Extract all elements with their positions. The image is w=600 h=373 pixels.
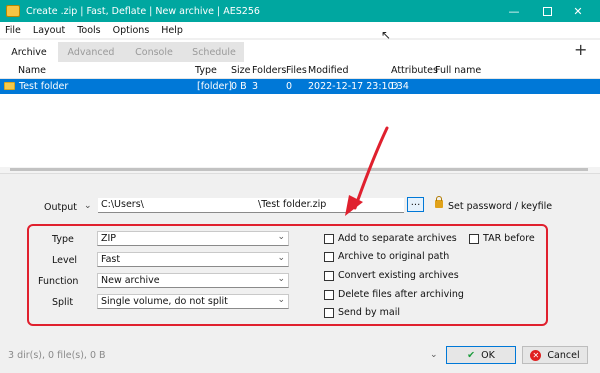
chevron-down-icon: ⌄ xyxy=(277,232,285,242)
tab-advanced[interactable]: Advanced xyxy=(58,42,124,62)
col-files[interactable]: Files xyxy=(286,65,307,76)
row-files: 0 xyxy=(286,81,293,92)
row-type: [folder] xyxy=(197,81,232,92)
function-label: Function xyxy=(38,276,79,287)
close-button[interactable]: ✕ xyxy=(556,0,600,22)
row-size: 0 B xyxy=(231,81,247,92)
type-value: ZIP xyxy=(101,233,117,244)
convert-existing-archives-checkbox[interactable]: Convert existing archives xyxy=(324,270,459,281)
status-text: 3 dir(s), 0 file(s), 0 B xyxy=(8,350,106,361)
tar-before-checkbox[interactable]: TAR before xyxy=(469,233,535,244)
output-path-left: C:\Users\ xyxy=(101,199,144,210)
archive-app-icon xyxy=(6,5,20,17)
level-select[interactable]: Fast ⌄ xyxy=(97,252,289,267)
folder-icon xyxy=(4,82,15,90)
function-value: New archive xyxy=(101,275,160,286)
checkbox-label: Archive to original path xyxy=(338,251,450,262)
menu-tools[interactable]: Tools xyxy=(77,25,100,36)
file-list[interactable]: Name Type Size Folders Files Modified At… xyxy=(0,62,600,174)
row-attributes: D xyxy=(391,81,399,92)
output-path-field[interactable]: C:\Users\ \Test folder.zip xyxy=(98,198,404,213)
checkbox-label: Convert existing archives xyxy=(338,270,459,281)
maximize-icon xyxy=(542,6,552,16)
checkbox-label: Add to separate archives xyxy=(338,233,457,244)
checkbox-box[interactable] xyxy=(324,307,334,318)
archive-settings-panel: Output ⌄ C:\Users\ \Test folder.zip ... … xyxy=(0,180,600,373)
tab-strip: Archive Advanced Console Schedule xyxy=(0,40,600,62)
cancel-label: Cancel xyxy=(547,349,580,361)
split-label: Split xyxy=(52,297,74,308)
delete-files-after-archiving-checkbox[interactable]: Delete files after archiving xyxy=(324,289,464,300)
menu-help[interactable]: Help xyxy=(161,25,183,36)
checkbox-box[interactable] xyxy=(324,289,334,300)
check-icon: ✔ xyxy=(467,349,476,361)
col-modified[interactable]: Modified xyxy=(308,65,349,76)
split-value: Single volume, do not split xyxy=(101,296,228,307)
add-to-separate-archives-checkbox[interactable]: Add to separate archives xyxy=(324,233,457,244)
checkbox-box[interactable] xyxy=(469,233,479,244)
output-dropdown-icon[interactable]: ⌄ xyxy=(84,201,92,211)
checkbox-label: TAR before xyxy=(483,233,535,244)
output-label: Output xyxy=(44,202,77,213)
type-select[interactable]: ZIP ⌄ xyxy=(97,231,289,246)
window-title: Create .zip | Fast, Deflate | New archiv… xyxy=(26,5,260,17)
cancel-button[interactable]: ✕ Cancel xyxy=(522,346,588,364)
checkbox-box[interactable] xyxy=(324,233,334,244)
set-password-link[interactable]: Set password / keyfile xyxy=(448,201,552,212)
table-row[interactable]: Test folder [folder] 0 B 3 0 2022-12-17 … xyxy=(0,79,600,94)
horizontal-scrollbar[interactable] xyxy=(0,167,600,173)
lock-icon xyxy=(435,196,443,208)
cancel-icon: ✕ xyxy=(530,349,542,361)
output-path-right: \Test folder.zip xyxy=(258,199,327,210)
menu-file[interactable]: File xyxy=(5,25,21,36)
menu-layout[interactable]: Layout xyxy=(33,25,65,36)
col-folders[interactable]: Folders xyxy=(252,65,286,76)
tab-schedule[interactable]: Schedule xyxy=(184,42,244,62)
col-full-name[interactable]: Full name xyxy=(435,65,481,76)
send-by-mail-checkbox[interactable]: Send by mail xyxy=(324,307,400,318)
checkbox-label: Delete files after archiving xyxy=(338,289,464,300)
ok-dropdown-icon[interactable]: ⌄ xyxy=(430,350,438,360)
checkbox-label: Send by mail xyxy=(338,307,400,318)
browse-button[interactable]: ... xyxy=(407,197,424,212)
tab-archive[interactable]: Archive xyxy=(4,42,54,62)
checkbox-box[interactable] xyxy=(324,270,334,281)
ok-label: OK xyxy=(481,349,495,361)
type-label: Type xyxy=(52,234,74,245)
level-label: Level xyxy=(52,255,78,266)
row-folders: 3 xyxy=(252,81,259,92)
row-name: Test folder xyxy=(19,81,69,92)
list-header: Name Type Size Folders Files Modified At… xyxy=(0,64,600,79)
ok-button[interactable]: ✔ OK xyxy=(446,346,516,364)
col-size[interactable]: Size xyxy=(231,65,251,76)
checkbox-box[interactable] xyxy=(324,251,334,262)
level-value: Fast xyxy=(101,254,121,265)
col-type[interactable]: Type xyxy=(195,65,217,76)
scrollbar-thumb[interactable] xyxy=(10,168,588,171)
mouse-cursor-icon: ↖ xyxy=(381,28,392,42)
col-attributes[interactable]: Attributes xyxy=(391,65,438,76)
chevron-down-icon: ⌄ xyxy=(277,274,285,284)
add-tab-button[interactable]: + xyxy=(574,40,587,59)
tab-console[interactable]: Console xyxy=(124,42,184,62)
menu-bar: File Layout Tools Options Help xyxy=(0,22,600,38)
split-select[interactable]: Single volume, do not split ⌄ xyxy=(97,294,289,309)
chevron-down-icon: ⌄ xyxy=(277,295,285,305)
archive-to-original-path-checkbox[interactable]: Archive to original path xyxy=(324,251,449,262)
menu-options[interactable]: Options xyxy=(113,25,150,36)
col-name[interactable]: Name xyxy=(18,65,46,76)
function-select[interactable]: New archive ⌄ xyxy=(97,273,289,288)
chevron-down-icon: ⌄ xyxy=(277,253,285,263)
